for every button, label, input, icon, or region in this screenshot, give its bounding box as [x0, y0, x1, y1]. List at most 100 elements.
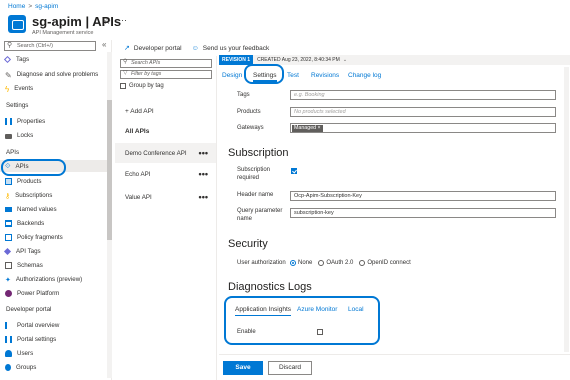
breadcrumb-current[interactable]: sg-apim: [35, 3, 58, 10]
api-item-name: Demo Conference API: [125, 149, 187, 157]
key-icon: ⚷: [5, 192, 11, 200]
collapse-sidebar-button[interactable]: «: [102, 40, 106, 49]
products-input[interactable]: No products selected: [290, 107, 556, 117]
breadcrumb: Home > sg-apim: [8, 3, 58, 10]
products-label: Products: [237, 109, 261, 115]
api-item-more-button[interactable]: •••: [199, 192, 208, 202]
tag-icon: [3, 55, 12, 63]
add-api-button[interactable]: + Add API: [125, 108, 154, 115]
tag-icon: [3, 247, 12, 255]
sidebar-item-locks[interactable]: Locks: [5, 129, 33, 141]
api-item-echo[interactable]: Echo API •••: [115, 164, 216, 184]
user-authorization-label: User authorization: [237, 260, 286, 266]
named-values-icon: [5, 207, 12, 212]
header-name-input[interactable]: Ocp-Apim-Subscription-Key: [290, 191, 556, 201]
tags-input[interactable]: e.g. Booking: [290, 90, 556, 100]
tab-test[interactable]: Test: [287, 71, 299, 80]
sidebar-search-input[interactable]: ⚲ Search (Ctrl+/): [4, 41, 96, 51]
main-scrollbar[interactable]: [564, 67, 569, 352]
discard-button[interactable]: Discard: [268, 361, 312, 375]
power-platform-icon: [5, 289, 12, 297]
feedback-icon: ☺: [191, 44, 199, 52]
tab-revisions[interactable]: Revisions: [311, 71, 339, 80]
sidebar-item-power-platform[interactable]: Power Platform: [5, 287, 59, 299]
subscription-title: Subscription: [228, 147, 289, 159]
sidebar-item-authorizations[interactable]: ✦ Authorizations (preview): [5, 273, 82, 285]
sidebar-item-events[interactable]: ϟ Events: [5, 82, 33, 94]
action-bar: Save Discard: [219, 354, 570, 380]
sidebar-scrollbar-thumb[interactable]: [107, 100, 112, 240]
sidebar-item-named-values[interactable]: Named values: [5, 203, 57, 215]
sidebar-item-label: Subscriptions: [15, 191, 53, 199]
radio-label: OAuth 2.0: [326, 260, 354, 266]
sidebar-item-tags[interactable]: Tags: [3, 53, 30, 65]
group-by-tag-checkbox[interactable]: Group by tag: [120, 83, 164, 89]
subscription-required-checkbox[interactable]: [291, 168, 297, 174]
sidebar-item-api-tags[interactable]: API Tags: [3, 245, 41, 257]
sidebar: ⚲ Search (Ctrl+/) « Tags ✎ Diagnose and …: [0, 40, 112, 380]
sidebar-item-properties[interactable]: Properties: [5, 115, 45, 127]
sidebar-item-diagnose[interactable]: ✎ Diagnose and solve problems: [5, 68, 98, 80]
star-icon[interactable]: ☆: [103, 16, 111, 27]
sidebar-item-label: Locks: [17, 131, 34, 139]
more-options-button[interactable]: ···: [118, 15, 127, 25]
api-management-icon: [8, 15, 26, 33]
sidebar-item-label: Users: [17, 349, 34, 357]
api-item-value[interactable]: Value API •••: [115, 187, 216, 207]
radio-button[interactable]: [359, 260, 366, 266]
authorization-icon: ✦: [5, 276, 11, 284]
tab-change-log[interactable]: Change log: [348, 71, 381, 80]
wrench-icon: ✎: [5, 70, 12, 80]
sidebar-item-portal-settings[interactable]: Portal settings: [5, 333, 56, 345]
sidebar-item-label: Events: [14, 84, 34, 92]
sidebar-item-backends[interactable]: Backends: [5, 217, 44, 229]
sidebar-item-users[interactable]: Users: [5, 347, 33, 359]
chevron-down-icon[interactable]: ⌄: [343, 57, 347, 63]
feedback-button[interactable]: ☺ Send us your feedback: [192, 42, 270, 54]
revision-badge: REVISION 1: [219, 55, 254, 65]
query-param-input[interactable]: subscription-key: [290, 208, 556, 218]
sidebar-item-label: Schemas: [17, 261, 43, 269]
api-filter-input[interactable]: ▽ Filter by tags: [120, 70, 212, 79]
group-by-tag-label: Group by tag: [129, 83, 164, 89]
header-name-label: Header name: [237, 192, 274, 198]
sidebar-item-products[interactable]: Products: [5, 175, 41, 187]
sidebar-item-groups[interactable]: Groups: [5, 361, 36, 373]
breadcrumb-home[interactable]: Home: [8, 3, 25, 10]
subscription-required-label: Subscription required: [237, 167, 271, 181]
api-item-name: Echo API: [125, 170, 151, 178]
api-filter-placeholder: Filter by tags: [131, 71, 162, 77]
products-placeholder: No products selected: [294, 109, 346, 115]
radio-oauth[interactable]: OAuth 2.0: [318, 260, 353, 266]
search-icon: ⚲: [123, 59, 128, 65]
api-search-input[interactable]: ⚲ Search APIs: [120, 59, 212, 68]
sidebar-item-portal-overview[interactable]: Portal overview: [5, 319, 59, 331]
save-button[interactable]: Save: [223, 361, 263, 375]
api-item-more-button[interactable]: •••: [199, 169, 208, 179]
tab-design[interactable]: Design: [222, 71, 242, 80]
radio-button[interactable]: [290, 260, 296, 266]
radio-openid[interactable]: OpenID connect: [359, 260, 411, 266]
radio-button[interactable]: [318, 260, 325, 266]
sidebar-item-label: Named values: [17, 205, 57, 213]
api-item-more-button[interactable]: •••: [199, 148, 208, 158]
developer-portal-button[interactable]: ↗ Developer portal: [124, 42, 182, 54]
sidebar-item-policy-fragments[interactable]: Policy fragments: [5, 231, 63, 243]
api-item-demo-conference[interactable]: Demo Conference API •••: [115, 143, 216, 163]
gateway-chip-managed[interactable]: Managed ×: [292, 125, 323, 132]
sidebar-item-subscriptions[interactable]: ⚷ Subscriptions: [5, 189, 52, 201]
sidebar-search-placeholder: Search (Ctrl+/): [17, 43, 53, 49]
sidebar-item-schemas[interactable]: Schemas: [5, 259, 43, 271]
radio-none[interactable]: None: [290, 260, 312, 266]
checkbox-box[interactable]: [120, 83, 126, 89]
diagnostics-title: Diagnostics Logs: [228, 281, 312, 293]
api-item-name: Value API: [125, 193, 152, 201]
sidebar-section-apis: APIs: [6, 149, 20, 156]
all-apis-item[interactable]: All APIs: [125, 128, 149, 135]
tags-placeholder: e.g. Booking: [294, 92, 325, 98]
sidebar-item-label: Groups: [16, 363, 37, 371]
sidebar-item-label: Tags: [16, 55, 30, 63]
gateways-input[interactable]: Managed ×: [290, 123, 556, 133]
security-title: Security: [228, 238, 268, 250]
tags-label: Tags: [237, 92, 250, 98]
